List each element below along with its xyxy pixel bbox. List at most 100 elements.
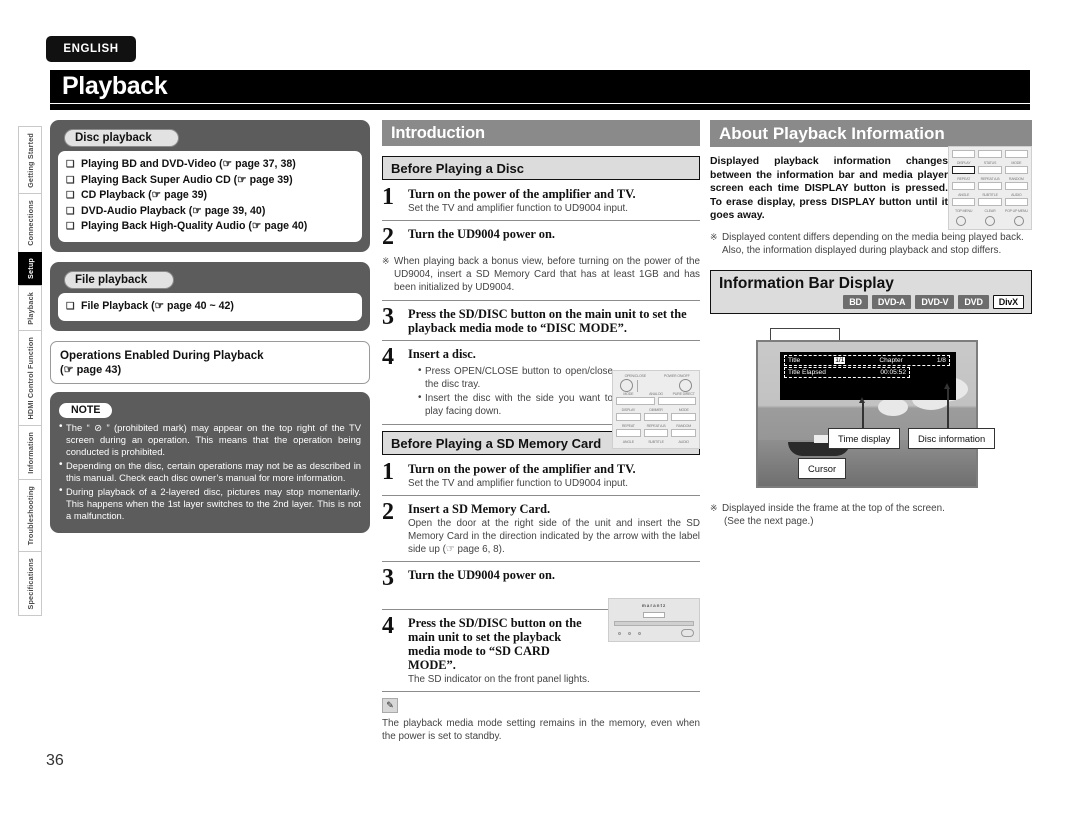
- information-bar-header: Information Bar Display BD DVD-A DVD-V D…: [710, 269, 1032, 314]
- operations-enabled-reference[interactable]: (☞ page 43): [60, 363, 360, 376]
- remote-key-label: ANGLE: [622, 440, 634, 444]
- sidebar-item-setup[interactable]: Setup: [18, 251, 42, 285]
- page-title-bar: Playback: [50, 70, 1030, 103]
- remote-key: [1004, 182, 1028, 190]
- list-item[interactable]: CD Playback (☞ page 39): [66, 188, 354, 204]
- sidebar-item-playback[interactable]: Playback: [18, 284, 42, 331]
- list-item[interactable]: Playing Back Super Audio CD (☞ page 39): [66, 173, 354, 189]
- sidebar-item-troubleshooting[interactable]: Troubleshooting: [18, 479, 42, 552]
- list-item[interactable]: File Playback (☞ page 40 ~ 42): [66, 299, 354, 315]
- osd-chapter-value: 1/8: [936, 356, 946, 364]
- step-number: 1: [382, 184, 394, 210]
- remote-key: [978, 198, 1002, 206]
- list-item[interactable]: Playing Back High-Quality Audio (☞ page …: [66, 219, 354, 235]
- note-list: The “ ⊘ ” (prohibited mark) may appear o…: [59, 420, 361, 523]
- osd-chapter-label: Chapter: [879, 356, 903, 364]
- remote-key: [643, 413, 669, 421]
- page-title-rule: [50, 104, 1030, 110]
- remote-key: [978, 150, 1002, 158]
- about-playback-title: About Playback Information: [719, 123, 945, 143]
- unit-button-icon: [628, 631, 631, 635]
- operations-enabled-title: Operations Enabled During Playback: [60, 349, 264, 362]
- remote-control-image-disc: OPEN/CLOSE POWER ON/OFF MODE ANALOG PURE…: [612, 370, 700, 449]
- power-knob-icon: [679, 379, 692, 392]
- tv-screen-figure: Title 1/1 Chapter 1/8 Title Elapsed 00:0…: [710, 327, 1032, 496]
- step-number: 4: [382, 613, 394, 639]
- sidebar-item-label: Getting Started: [25, 132, 35, 188]
- sidebar-item-label: Information: [25, 431, 35, 474]
- remote-key: [616, 413, 641, 421]
- before-playing-sd-title: Before Playing a SD Memory Card: [391, 435, 602, 451]
- osd-elapsed-value: 00:05:52: [880, 368, 906, 376]
- sd-step-1: 1 Turn on the power of the amplifier and…: [382, 459, 700, 496]
- step-number: 3: [382, 565, 394, 591]
- sidebar-item-label: Setup: [25, 258, 35, 280]
- osd-row-elapsed: Title Elapsed 00:05:52: [784, 366, 910, 378]
- pencil-icon: ✎: [382, 698, 398, 713]
- middle-footer-note: The playback media mode setting remains …: [382, 718, 700, 742]
- remote-key: [643, 429, 669, 437]
- unit-disc-tray: [614, 621, 694, 626]
- step-heading: Insert a SD Memory Card.: [408, 502, 551, 516]
- figure-note: Displayed inside the frame at the top of…: [710, 502, 1032, 529]
- remote-key: [616, 429, 641, 437]
- media-badge-dvd-v: DVD-V: [915, 294, 955, 309]
- divider: [382, 300, 700, 301]
- remote-key: [1004, 166, 1028, 174]
- about-playback-note: Displayed content differs depending on t…: [710, 231, 1032, 258]
- note-item: During playback of a 2-layered disc, pic…: [59, 485, 361, 523]
- disc-step-2: 2 Turn the UD9004 power on.: [382, 224, 700, 251]
- unit-button-icon: [638, 631, 641, 635]
- sidebar-item-information[interactable]: Information: [18, 425, 42, 480]
- list-item[interactable]: DVD-Audio Playback (☞ page 39, 40): [66, 204, 354, 220]
- unit-knob-icon: [681, 629, 694, 637]
- figure-note-line2: (See the next page.): [724, 516, 814, 528]
- osd-elapsed-label: Title Elapsed: [788, 368, 826, 376]
- remote-key-label: SUBTITLE: [648, 440, 664, 444]
- sidebar-tabs: Getting Started Connections Setup Playba…: [18, 126, 42, 617]
- time-display-leader: [859, 396, 865, 430]
- note-panel: NOTE The “ ⊘ ” (prohibited mark) may app…: [50, 392, 370, 533]
- osd-title-label: Title: [788, 356, 801, 364]
- sidebar-item-label: HDMI Control Function: [25, 336, 35, 420]
- introduction-title: Introduction: [391, 123, 485, 142]
- file-playback-panel: File playback File Playback (☞ page 40 ~…: [50, 261, 370, 331]
- file-playback-pill: File playback: [64, 270, 175, 289]
- sidebar-item-label: Playback: [25, 291, 35, 325]
- sidebar-item-label: Troubleshooting: [25, 486, 35, 546]
- remote-key: [978, 166, 1002, 174]
- remote-key: [671, 413, 697, 421]
- sidebar-item-hdmi-control-function[interactable]: HDMI Control Function: [18, 330, 42, 426]
- step-heading: Turn on the power of the amplifier and T…: [408, 187, 636, 201]
- before-playing-disc-header: Before Playing a Disc: [382, 156, 700, 180]
- step-number: 1: [382, 459, 394, 485]
- sidebar-item-label: Connections: [25, 200, 35, 246]
- disc-playback-list: Playing BD and DVD-Video (☞ page 37, 38)…: [66, 157, 354, 235]
- list-item[interactable]: Playing BD and DVD-Video (☞ page 37, 38): [66, 157, 354, 173]
- top-menu-knob-icon: [956, 216, 966, 226]
- callout-cursor: Cursor: [798, 457, 847, 479]
- step-body: Open the door at the right side of the u…: [408, 518, 700, 555]
- disc-playback-panel: Disc playback Playing BD and DVD-Video (…: [50, 120, 370, 252]
- step-body: The SD indicator on the front panel ligh…: [408, 674, 590, 685]
- remote-key: [671, 429, 697, 437]
- sidebar-item-connections[interactable]: Connections: [18, 193, 42, 252]
- unit-button-icon: [618, 631, 621, 635]
- page-number: 36: [46, 752, 64, 769]
- step-number: 2: [382, 224, 394, 250]
- unit-display-icon: [643, 612, 665, 618]
- tv-screen-image: Title 1/1 Chapter 1/8 Title Elapsed 00:0…: [756, 339, 978, 488]
- about-playback-note-line2: Also, the information displayed during p…: [722, 245, 1002, 257]
- language-badge: ENGLISH: [46, 36, 136, 62]
- clear-knob-icon: [985, 216, 995, 226]
- sidebar-item-specifications[interactable]: Specifications: [18, 551, 42, 617]
- remote-key: [952, 150, 976, 158]
- left-column: Disc playback Playing BD and DVD-Video (…: [50, 120, 370, 533]
- disc-step-2-note: When playing back a bonus view, before t…: [382, 255, 700, 294]
- disc-information-leader: [944, 382, 950, 430]
- step-heading: Turn on the power of the amplifier and T…: [408, 462, 636, 476]
- sidebar-item-getting-started[interactable]: Getting Started: [18, 126, 42, 194]
- callout-time-display: Time display: [828, 427, 901, 449]
- osd-row-title-chapter: Title 1/1 Chapter 1/8: [784, 354, 950, 366]
- remote-key: [1004, 198, 1028, 206]
